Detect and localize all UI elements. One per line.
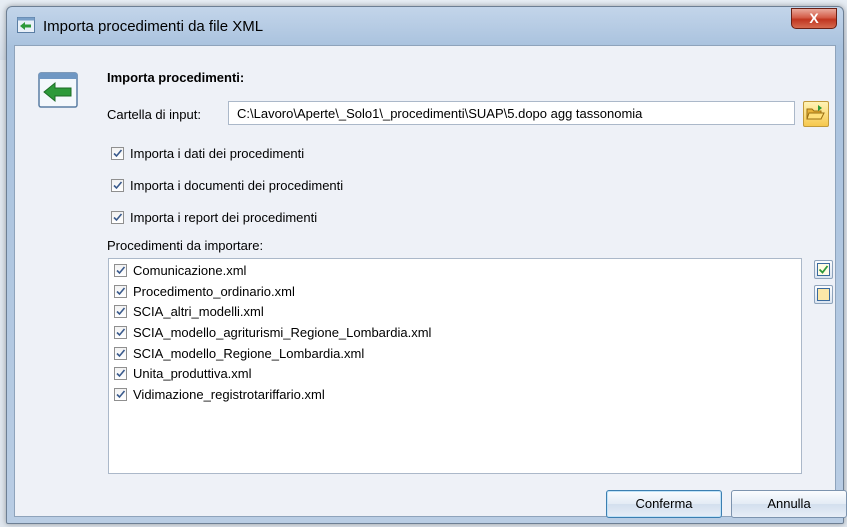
- checkbox-checked[interactable]: [114, 325, 127, 339]
- import-arrow-icon: [38, 72, 78, 108]
- checkbox-checked[interactable]: [111, 179, 124, 192]
- list-item[interactable]: SCIA_modello_Regione_Lombardia.xml: [114, 343, 364, 363]
- input-folder-label: Cartella di input:: [107, 107, 201, 122]
- list-item[interactable]: SCIA_altri_modelli.xml: [114, 301, 264, 321]
- list-item-label: SCIA_altri_modelli.xml: [133, 303, 264, 319]
- close-button[interactable]: X: [791, 8, 837, 29]
- list-item-label: Vidimazione_registrotariffario.xml: [133, 386, 325, 402]
- list-item-label: Comunicazione.xml: [133, 262, 247, 278]
- procedures-list-label: Procedimenti da importare:: [107, 238, 264, 253]
- option-label: Importa i report dei procedimenti: [130, 210, 318, 225]
- title-bar: Importa procedimenti da file XML X: [7, 7, 843, 45]
- confirm-button[interactable]: Conferma: [606, 490, 722, 518]
- checkbox-checked[interactable]: [111, 147, 124, 160]
- list-item-label: Procedimento_ordinario.xml: [133, 283, 295, 299]
- option-import-data[interactable]: Importa i dati dei procedimenti: [111, 146, 304, 161]
- list-item[interactable]: Unita_produttiva.xml: [114, 363, 252, 383]
- list-item[interactable]: Procedimento_ordinario.xml: [114, 281, 295, 301]
- checkbox-checked[interactable]: [114, 304, 127, 318]
- select-all-button[interactable]: [814, 260, 833, 279]
- uncheck-all-icon: [817, 288, 830, 301]
- cancel-button[interactable]: Annulla: [731, 490, 847, 518]
- import-arrow-icon: [17, 17, 35, 33]
- browse-folder-button[interactable]: [803, 101, 829, 127]
- checkbox-checked[interactable]: [114, 263, 127, 277]
- check-all-icon: [817, 263, 830, 276]
- window-title: Importa procedimenti da file XML: [43, 18, 264, 35]
- list-item[interactable]: SCIA_modello_agriturismi_Regione_Lombard…: [114, 322, 431, 342]
- dialog-body: Importa procedimenti: Cartella di input:…: [14, 45, 847, 518]
- checkbox-checked[interactable]: [111, 211, 124, 224]
- list-item-label: Unita_produttiva.xml: [133, 365, 252, 381]
- option-import-documents[interactable]: Importa i documenti dei procedimenti: [111, 178, 343, 193]
- checkbox-checked[interactable]: [114, 387, 127, 401]
- folder-open-icon: [806, 105, 825, 120]
- list-item[interactable]: Vidimazione_registrotariffario.xml: [114, 384, 325, 404]
- input-folder-field[interactable]: [228, 101, 795, 125]
- option-label: Importa i dati dei procedimenti: [130, 146, 305, 161]
- checkbox-checked[interactable]: [114, 366, 127, 380]
- list-item[interactable]: Comunicazione.xml: [114, 260, 246, 280]
- import-dialog: Importa procedimenti da file XML X Impor…: [6, 6, 847, 524]
- option-import-reports[interactable]: Importa i report dei procedimenti: [111, 210, 317, 225]
- list-item-label: SCIA_modello_agriturismi_Regione_Lombard…: [133, 324, 432, 340]
- procedures-listbox[interactable]: Comunicazione.xml Procedimento_ordinario…: [108, 258, 802, 474]
- option-label: Importa i documenti dei procedimenti: [130, 178, 344, 193]
- checkbox-checked[interactable]: [114, 284, 127, 298]
- deselect-all-button[interactable]: [814, 285, 833, 304]
- list-item-label: SCIA_modello_Regione_Lombardia.xml: [133, 345, 365, 361]
- section-title: Importa procedimenti:: [107, 70, 245, 85]
- checkbox-checked[interactable]: [114, 346, 127, 360]
